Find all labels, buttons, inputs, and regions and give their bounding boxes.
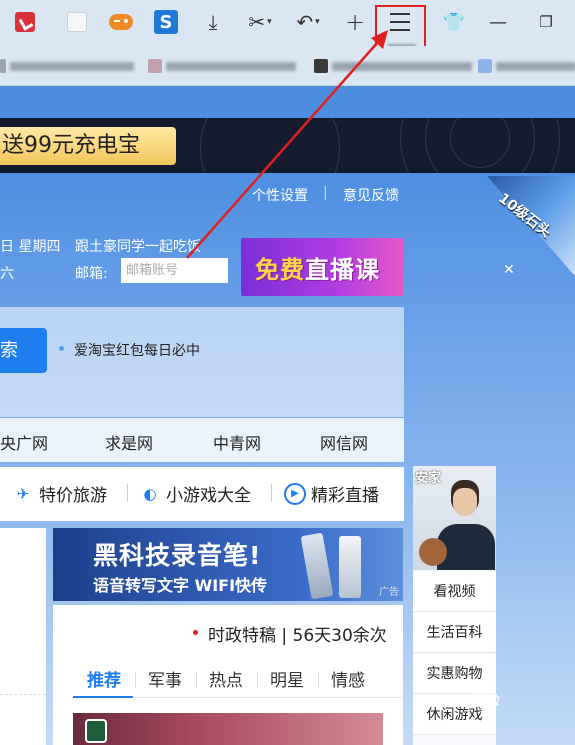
annotation-arrow [186, 30, 388, 259]
